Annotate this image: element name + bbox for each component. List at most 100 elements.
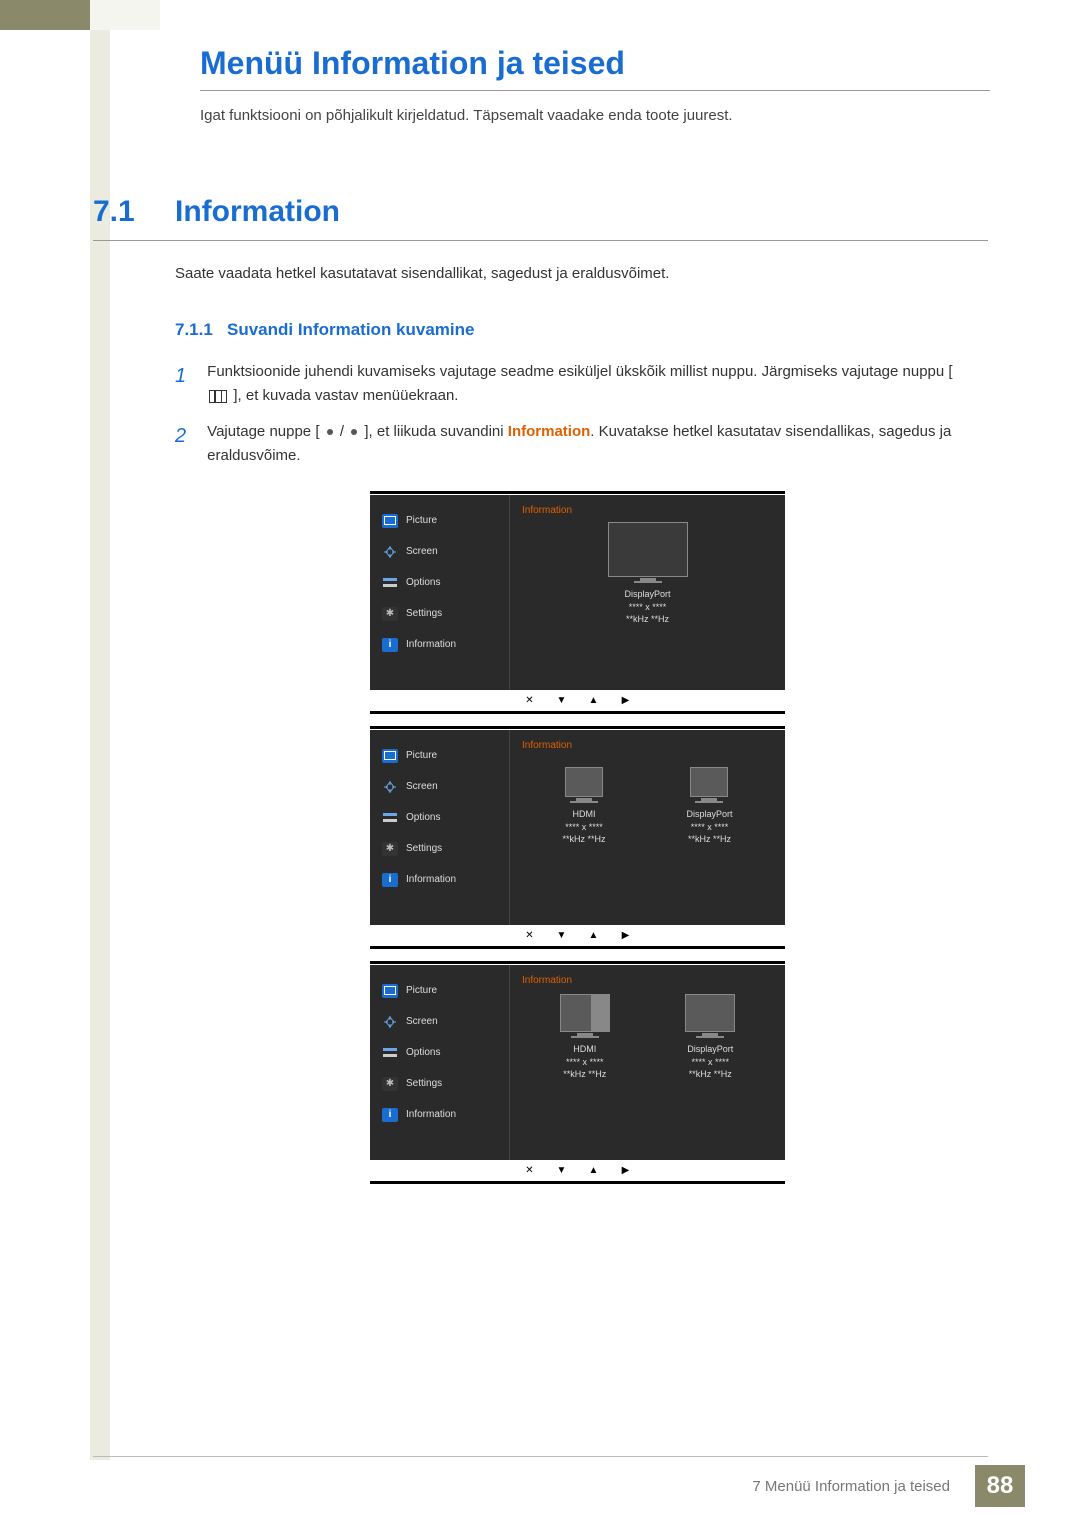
osd-label: Options — [406, 1047, 440, 1058]
osd-button-row: ✕ ▼ ▲ ▶ — [370, 692, 785, 710]
monitor-base — [571, 1036, 599, 1038]
signal-name: HDMI — [572, 809, 595, 819]
osd-up-button: ▲ — [584, 929, 604, 943]
monitor-icon — [685, 994, 735, 1032]
osd-label: Settings — [406, 843, 442, 854]
osd-right-button: ▶ — [616, 1164, 636, 1178]
monitor-base — [634, 581, 662, 583]
osd-down-button: ▼ — [552, 1164, 572, 1178]
osd-label: Settings — [406, 608, 442, 619]
osd-label: Options — [406, 577, 440, 588]
osd-screens-row: HDMI **** x **** **kHz **Hz DisplayPort … — [522, 991, 773, 1081]
step-2: 2 Vajutage nuppe [ / ], et liikuda suvan… — [175, 420, 990, 468]
osd-screenshot-3: Picture Screen Options Settings iInforma… — [370, 965, 785, 1160]
monitor-base — [695, 801, 723, 803]
osd-menu-picture: Picture — [382, 740, 509, 771]
osd-label: Information — [406, 639, 456, 650]
step-1-text-b: ], et kuvada vastav menüüekraan. — [233, 387, 458, 404]
section-text: Saate vaadata hetkel kasutatavat sisenda… — [175, 265, 669, 282]
page-intro: Igat funktsiooni on põhjalikult kirjelda… — [200, 107, 733, 124]
step-1: 1 Funktsioonide juhendi kuvamiseks vajut… — [175, 360, 990, 408]
osd-content: Information HDMI **** x **** **kHz **Hz … — [510, 730, 785, 925]
subsection-title: Suvandi Information kuvamine — [227, 320, 475, 339]
settings-icon — [382, 607, 398, 621]
osd-menu-picture: Picture — [382, 505, 509, 536]
signal-res: **** x **** — [565, 822, 603, 832]
signal-freq: **kHz **Hz — [689, 1069, 732, 1079]
osd-screen-single: DisplayPort **** x **** **kHz **Hz — [608, 522, 688, 626]
picture-icon — [382, 984, 398, 998]
osd-screens-row: DisplayPort **** x **** **kHz **Hz — [522, 521, 773, 626]
osd-content-header: Information — [522, 740, 773, 751]
page-title: Menüü Information ja teised — [200, 45, 625, 82]
osd-border — [370, 711, 785, 714]
step-2-text-mid: ], et liikuda suvandini — [364, 423, 507, 440]
footer-chapter: 7 Menüü Information ja teised — [752, 1478, 950, 1495]
osd-sidebar: Picture Screen Options Settings iInforma… — [370, 730, 510, 925]
title-divider — [200, 90, 990, 91]
step-2-text-a: Vajutage nuppe [ — [207, 423, 319, 440]
osd-border — [370, 946, 785, 949]
subsection-number: 7.1.1 — [175, 320, 213, 339]
osd-screenshot-1: Picture Screen Options Settings iInforma… — [370, 495, 785, 690]
osd-label: Screen — [406, 1016, 438, 1027]
osd-label: Picture — [406, 750, 437, 761]
dot-icon — [327, 429, 333, 435]
osd-screenshot-2: Picture Screen Options Settings iInforma… — [370, 730, 785, 925]
settings-icon — [382, 842, 398, 856]
info-icon: i — [382, 1108, 398, 1122]
osd-screen-displayport: DisplayPort **** x **** **kHz **Hz — [686, 767, 732, 846]
step-1-body: Funktsioonide juhendi kuvamiseks vajutag… — [207, 360, 977, 408]
osd-screens-row: HDMI **** x **** **kHz **Hz DisplayPort … — [522, 756, 773, 846]
header-accent-dark — [0, 0, 90, 30]
osd-content-header: Information — [522, 975, 773, 986]
monitor-icon — [608, 522, 688, 577]
osd-signal-label: HDMI **** x **** **kHz **Hz — [563, 1043, 606, 1081]
osd-menu-screen: Screen — [382, 771, 509, 802]
footer-divider — [93, 1456, 988, 1457]
header-accent-light — [90, 0, 160, 30]
options-icon — [382, 811, 398, 825]
dot-icon — [351, 429, 357, 435]
osd-screen-displayport: DisplayPort **** x **** **kHz **Hz — [685, 994, 735, 1081]
options-icon — [382, 1046, 398, 1060]
osd-menu-picture: Picture — [382, 975, 509, 1006]
osd-menu-information: iInformation — [382, 864, 509, 895]
signal-res: **** x **** — [629, 602, 667, 612]
info-icon: i — [382, 873, 398, 887]
step-2-highlight: Information — [508, 423, 591, 440]
osd-up-button: ▲ — [584, 694, 604, 708]
osd-menu-screen: Screen — [382, 1006, 509, 1037]
osd-down-button: ▼ — [552, 694, 572, 708]
step-number-1: 1 — [175, 360, 203, 392]
picture-icon — [382, 749, 398, 763]
signal-res: **** x **** — [566, 1057, 604, 1067]
osd-close-button: ✕ — [520, 929, 540, 943]
monitor-icon — [565, 767, 603, 797]
signal-name: DisplayPort — [686, 809, 732, 819]
osd-border — [370, 961, 785, 964]
osd-sidebar: Picture Screen Options Settings iInforma… — [370, 965, 510, 1160]
monitor-base — [696, 1036, 724, 1038]
osd-screen-hdmi: HDMI **** x **** **kHz **Hz — [560, 994, 610, 1081]
osd-menu-options: Options — [382, 1037, 509, 1068]
osd-button-row: ✕ ▼ ▲ ▶ — [370, 927, 785, 945]
menu-button-icon — [209, 390, 227, 403]
osd-menu-information: iInformation — [382, 629, 509, 660]
osd-label: Screen — [406, 781, 438, 792]
section-title: Information — [175, 195, 340, 229]
osd-menu-settings: Settings — [382, 598, 509, 629]
osd-border — [370, 726, 785, 729]
step-number-2: 2 — [175, 420, 203, 452]
signal-name: DisplayPort — [687, 1044, 733, 1054]
osd-border — [370, 491, 785, 494]
subsection-heading: 7.1.1 Suvandi Information kuvamine — [175, 320, 474, 340]
monitor-base — [570, 801, 598, 803]
osd-signal-label: HDMI **** x **** **kHz **Hz — [562, 808, 605, 846]
picture-icon — [382, 514, 398, 528]
screen-icon — [382, 780, 398, 794]
osd-menu-screen: Screen — [382, 536, 509, 567]
osd-border — [370, 1181, 785, 1184]
osd-signal-label: DisplayPort **** x **** **kHz **Hz — [687, 1043, 733, 1081]
osd-label: Screen — [406, 546, 438, 557]
